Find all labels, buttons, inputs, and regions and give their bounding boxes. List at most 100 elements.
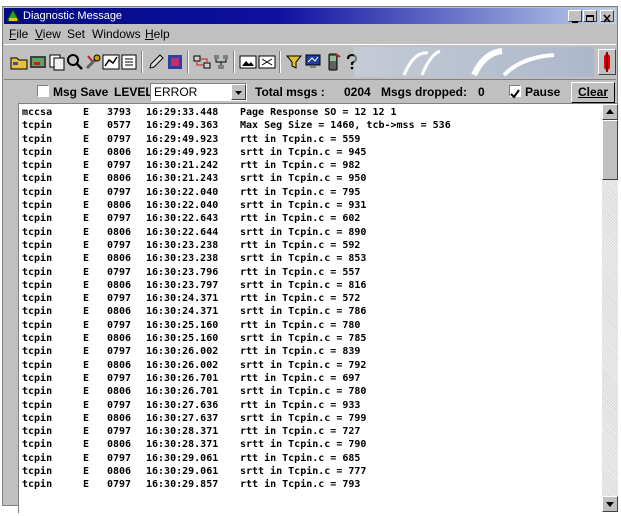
message-cell: srtt in Tcpin.c = 799 bbox=[240, 412, 367, 424]
timestamp-cell: 16:30:23.238 bbox=[146, 253, 219, 265]
menu-help[interactable]: Help bbox=[145, 26, 170, 43]
code-cell: 0797 bbox=[107, 133, 132, 145]
log-row[interactable]: tcpin E 0577 16:29:49.363 Max Seg Size = 146… bbox=[22, 119, 602, 132]
dropdown-arrow-button[interactable] bbox=[231, 84, 246, 100]
log-row[interactable]: tcpin E 0797 16:30:28.371 rtt in Tcpin.c = 7… bbox=[22, 425, 602, 438]
menu-file[interactable]: File bbox=[9, 26, 28, 43]
task-cell: tcpin bbox=[22, 120, 53, 132]
log-row[interactable]: tcpin E 0806 16:30:23.797 srtt in Tcpin.c = … bbox=[22, 279, 602, 292]
log-row[interactable]: tcpin E 0797 16:30:26.002 rtt in Tcpin.c = 8… bbox=[22, 345, 602, 358]
tools-icon[interactable] bbox=[84, 53, 102, 71]
severity-cell: E bbox=[83, 306, 90, 318]
filter-icon[interactable] bbox=[285, 53, 303, 71]
code-cell: 0806 bbox=[107, 412, 132, 424]
log-row[interactable]: tcpin E 0806 16:30:24.371 srtt in Tcpin.c = … bbox=[22, 305, 602, 318]
clear-button[interactable]: Clear bbox=[571, 82, 615, 103]
severity-cell: E bbox=[83, 200, 90, 212]
maximize-button[interactable] bbox=[583, 10, 597, 22]
photo-icon[interactable] bbox=[258, 53, 276, 71]
log-row[interactable]: tcpin E 0806 16:30:26.701 srtt in Tcpin.c = … bbox=[22, 385, 602, 398]
title-bar[interactable]: Diagnostic Message bbox=[4, 8, 616, 24]
copy-icon[interactable] bbox=[48, 53, 66, 71]
message-cell: srtt in Tcpin.c = 790 bbox=[240, 439, 367, 451]
transfer-icon[interactable] bbox=[193, 53, 211, 71]
log-row[interactable]: tcpin E 0797 16:30:25.160 rtt in Tcpin.c = 7… bbox=[22, 319, 602, 332]
minimize-button[interactable] bbox=[568, 10, 582, 23]
message-cell: srtt in Tcpin.c = 816 bbox=[240, 279, 367, 291]
timestamp-cell: 16:30:22.040 bbox=[146, 200, 219, 212]
severity-cell: E bbox=[83, 319, 90, 331]
total-msgs-label: Total msgs : bbox=[255, 85, 325, 99]
list-icon[interactable] bbox=[120, 53, 138, 71]
log-row[interactable]: tcpin E 0797 16:30:27.636 rtt in Tcpin.c = 9… bbox=[22, 399, 602, 412]
menu-set[interactable]: Set bbox=[67, 26, 85, 43]
search-icon[interactable] bbox=[66, 53, 84, 71]
severity-cell: E bbox=[83, 107, 90, 118]
task-cell: tcpin bbox=[22, 466, 53, 478]
menu-windows[interactable]: Windows bbox=[92, 26, 141, 43]
save-image-icon[interactable] bbox=[29, 53, 47, 71]
layers-icon[interactable] bbox=[166, 53, 184, 71]
pause-checkbox[interactable] bbox=[509, 85, 521, 99]
open-folder-icon[interactable] bbox=[10, 53, 28, 71]
message-cell: srtt in Tcpin.c = 792 bbox=[240, 359, 367, 371]
log-row[interactable]: tcpin E 0797 16:30:23.796 rtt in Tcpin.c = 5… bbox=[22, 266, 602, 279]
log-row[interactable]: tcpin E 0806 16:30:22.040 srtt in Tcpin.c = … bbox=[22, 199, 602, 212]
monitor-icon[interactable] bbox=[304, 53, 322, 71]
task-cell: tcpin bbox=[22, 279, 53, 291]
close-button[interactable] bbox=[600, 10, 614, 23]
menu-view[interactable]: View bbox=[35, 26, 61, 43]
log-row[interactable]: tcpin E 0797 16:30:26.701 rtt in Tcpin.c = 6… bbox=[22, 372, 602, 385]
log-row[interactable]: tcpin E 0806 16:30:22.644 srtt in Tcpin.c = … bbox=[22, 226, 602, 239]
task-cell: tcpin bbox=[22, 239, 53, 251]
log-row[interactable]: tcpin E 0806 16:30:25.160 srtt in Tcpin.c = … bbox=[22, 332, 602, 345]
edit-icon[interactable] bbox=[147, 53, 165, 71]
timestamp-cell: 16:30:29.061 bbox=[146, 452, 219, 464]
severity-cell: E bbox=[83, 372, 90, 384]
message-cell: rtt in Tcpin.c = 795 bbox=[240, 186, 361, 198]
level-dropdown[interactable]: ERROR bbox=[150, 83, 247, 101]
msg-save-checkbox[interactable] bbox=[37, 85, 49, 97]
network-icon[interactable] bbox=[212, 53, 230, 71]
message-cell: rtt in Tcpin.c = 685 bbox=[240, 452, 361, 464]
log-row[interactable]: tcpin E 0806 16:30:27.637 srtt in Tcpin.c = … bbox=[22, 412, 602, 425]
message-cell: rtt in Tcpin.c = 559 bbox=[240, 133, 361, 145]
log-row[interactable]: tcpin E 0806 16:30:21.243 srtt in Tcpin.c = … bbox=[22, 172, 602, 185]
scroll-thumb[interactable] bbox=[602, 120, 618, 180]
code-cell: 0797 bbox=[107, 319, 132, 331]
menu-label: elp bbox=[153, 27, 170, 41]
vertical-scrollbar[interactable] bbox=[602, 104, 618, 512]
code-cell: 0797 bbox=[107, 399, 132, 411]
maximize-icon bbox=[586, 15, 594, 22]
message-cell: srtt in Tcpin.c = 890 bbox=[240, 226, 367, 238]
severity-cell: E bbox=[83, 452, 90, 464]
log-row[interactable]: tcpin E 0797 16:30:22.040 rtt in Tcpin.c = 7… bbox=[22, 186, 602, 199]
message-log-pane[interactable]: mccsa E 3793 16:29:33.448 Page Response SO =… bbox=[18, 103, 618, 513]
log-row[interactable]: tcpin E 0797 16:30:22.643 rtt in Tcpin.c = 6… bbox=[22, 212, 602, 225]
scroll-up-button[interactable] bbox=[602, 104, 618, 120]
log-row[interactable]: tcpin E 0806 16:30:23.238 srtt in Tcpin.c = … bbox=[22, 252, 602, 265]
code-cell: 0806 bbox=[107, 279, 132, 291]
log-row[interactable]: tcpin E 0806 16:30:28.371 srtt in Tcpin.c = … bbox=[22, 438, 602, 451]
log-row[interactable]: tcpin E 0806 16:30:29.061 srtt in Tcpin.c = … bbox=[22, 465, 602, 478]
log-row[interactable]: tcpin E 0797 16:30:23.238 rtt in Tcpin.c = 5… bbox=[22, 239, 602, 252]
level-value: ERROR bbox=[154, 85, 198, 99]
task-cell: tcpin bbox=[22, 386, 53, 398]
severity-cell: E bbox=[83, 173, 90, 185]
log-row[interactable]: tcpin E 0806 16:29:49.923 srtt in Tcpin.c = … bbox=[22, 146, 602, 159]
pause-label: Pause bbox=[525, 85, 561, 99]
log-row[interactable]: tcpin E 0797 16:30:29.857 rtt in Tcpin.c = 7… bbox=[22, 478, 602, 491]
chart-icon[interactable] bbox=[102, 53, 120, 71]
log-row[interactable]: tcpin E 0797 16:30:21.242 rtt in Tcpin.c = 9… bbox=[22, 159, 602, 172]
phone-icon[interactable] bbox=[324, 53, 342, 71]
record-button[interactable] bbox=[598, 49, 616, 75]
scroll-down-button[interactable] bbox=[602, 496, 618, 512]
log-row[interactable]: tcpin E 0797 16:30:24.371 rtt in Tcpin.c = 5… bbox=[22, 292, 602, 305]
code-cell: 0797 bbox=[107, 213, 132, 225]
log-row[interactable]: tcpin E 0797 16:30:29.061 rtt in Tcpin.c = 6… bbox=[22, 452, 602, 465]
log-row[interactable]: tcpin E 0797 16:29:49.923 rtt in Tcpin.c = 5… bbox=[22, 133, 602, 146]
task-cell: tcpin bbox=[22, 266, 53, 278]
image-icon[interactable] bbox=[239, 53, 257, 71]
log-row[interactable]: tcpin E 0806 16:30:26.002 srtt in Tcpin.c = … bbox=[22, 359, 602, 372]
log-row[interactable]: mccsa E 3793 16:29:33.448 Page Response SO =… bbox=[22, 106, 602, 119]
